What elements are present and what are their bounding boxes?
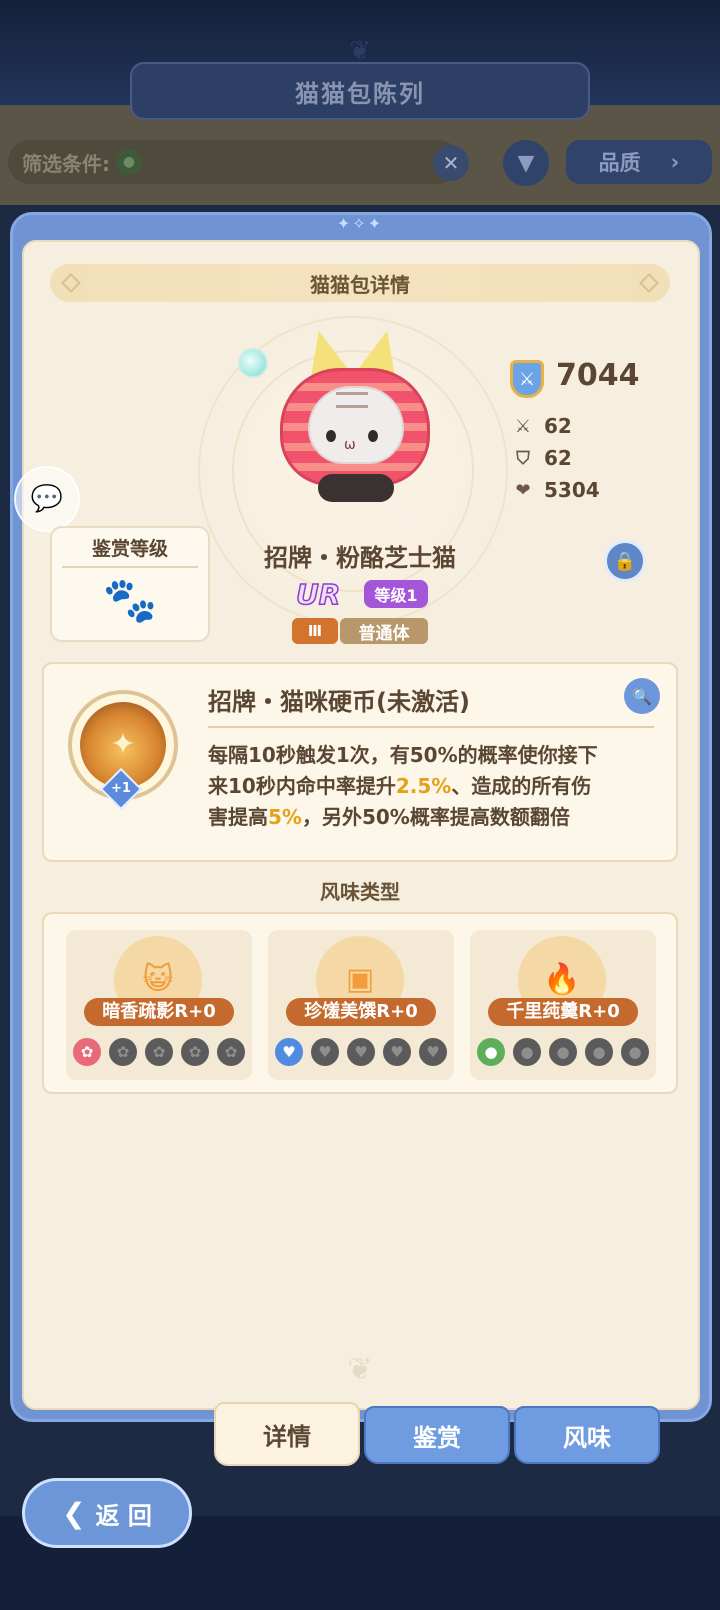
attack-stat: ⚔ 62 [512, 412, 632, 440]
chat-button[interactable]: 💬 [14, 466, 80, 532]
tab-flavor[interactable]: 风味 [514, 1406, 660, 1464]
gem-icon [238, 348, 268, 378]
yarn-icon: ● [583, 1036, 615, 1068]
cat-eye-right [368, 430, 378, 442]
divider [62, 566, 198, 568]
yarn-icon: ● [547, 1036, 579, 1068]
rarity-badge: UR [295, 577, 341, 612]
back-label: 返 回 [95, 1501, 152, 1530]
skill-description: 每隔10秒触发1次，有50%的概率使你接下 来10秒内命中率提升2.5%、造成的… [208, 740, 654, 840]
flower-icon: ✿ [215, 1036, 247, 1068]
skill-desc-line-2: 来10秒内命中率提升2.5%、造成的所有伤 [208, 771, 654, 802]
text: 害提高 [208, 805, 268, 829]
diamond-ornament [61, 273, 81, 293]
skill-zoom-button[interactable]: 🔍 [624, 678, 660, 714]
lock-button[interactable]: 🔒 [604, 540, 646, 582]
flavor-gems: ♥ ♥ ♥ ♥ ♥ [273, 1036, 449, 1068]
flower-icon: ✿ [71, 1036, 103, 1068]
flavor-slot[interactable]: 😺 暗香疏影R+0 ✿ ✿ ✿ ✿ ✿ [66, 930, 252, 1080]
highlight-value: 2.5% [395, 774, 452, 798]
skill-desc-line-1: 每隔10秒触发1次，有50%的概率使你接下 [208, 743, 598, 767]
level-badge: 等级1 [364, 580, 428, 608]
tab-detail[interactable]: 详情 [214, 1402, 360, 1466]
shield-icon: ⛉ [516, 447, 530, 469]
crossed-swords-icon: ⚔ [514, 415, 532, 437]
lock-icon: 🔒 [613, 550, 637, 572]
heart-icon: ♥ [273, 1036, 305, 1068]
diamond-ornament [639, 273, 659, 293]
filter-button[interactable]: ▼ [503, 140, 549, 186]
text: 来10秒内命中率提升 [208, 774, 396, 798]
yarn-icon: ● [511, 1036, 543, 1068]
quality-sort-label: 品质 [598, 151, 641, 175]
page-title: 猫猫包陈列 [130, 62, 590, 120]
flower-icon: ✿ [143, 1036, 175, 1068]
cat-mouth: ω [344, 437, 356, 453]
panel-header: 猫猫包详情 [50, 264, 670, 302]
tier-badge: Ⅲ [292, 618, 338, 644]
cat-stripes [336, 392, 368, 408]
power-value: 7044 [556, 358, 640, 393]
text: ，另外50%概率提高数额翻倍 [301, 805, 570, 829]
filter-label: 筛选条件: [22, 151, 110, 176]
cat-paws [318, 474, 394, 502]
heart-icon: ❤ [515, 479, 531, 501]
defense-value: 62 [544, 446, 572, 470]
flower-icon: ✿ [179, 1036, 211, 1068]
flavor-heading: 风味类型 [320, 880, 400, 904]
attack-value: 62 [544, 414, 572, 438]
skill-desc-line-3: 害提高5%，另外50%概率提高数额翻倍 [208, 802, 654, 833]
flower-icon: ✿ [107, 1036, 139, 1068]
yarn-icon: ● [475, 1036, 507, 1068]
body-type-badge: 普通体 [340, 618, 428, 644]
heart-icon: ♥ [381, 1036, 413, 1068]
flavor-card: 😺 暗香疏影R+0 ✿ ✿ ✿ ✿ ✿ ▣ 珍馐美馔R+0 ♥ ♥ ♥ ♥ ♥ … [42, 912, 678, 1094]
heart-icon: ♥ [417, 1036, 449, 1068]
appraisal-title: 鉴赏等级 [91, 538, 168, 560]
flavor-slot[interactable]: ▣ 珍馐美馔R+0 ♥ ♥ ♥ ♥ ♥ [268, 930, 454, 1080]
flavor-gems: ● ● ● ● ● [475, 1036, 651, 1068]
close-icon: ✕ [442, 151, 460, 175]
flavor-label: 珍馐美馔R+0 [286, 998, 436, 1026]
hp-stat: ❤ 5304 [512, 476, 632, 504]
magnifier-icon: 🔍 [632, 686, 652, 706]
heart-icon: ♥ [345, 1036, 377, 1068]
flavor-label: 千里莼羹R+0 [488, 998, 638, 1026]
yarn-icon: ● [116, 149, 142, 175]
cat-eye-left [326, 430, 336, 442]
chat-bubble-icon: 💬 [30, 484, 64, 514]
chevron-right-icon: › [670, 150, 680, 174]
sparkle-ornament: ✦✧✦ [336, 214, 384, 233]
back-button[interactable]: ❮ 返 回 [22, 1478, 192, 1548]
funnel-icon: ▼ [517, 150, 535, 176]
highlight-value: 5% [268, 805, 302, 829]
filter-bar[interactable]: 筛选条件: ● [8, 140, 460, 184]
clear-filter-button[interactable]: ✕ [433, 145, 469, 181]
flavor-slot[interactable]: 🔥 千里莼羹R+0 ● ● ● ● ● [470, 930, 656, 1080]
pet-name: 招牌・粉酪芝士猫 [264, 544, 456, 572]
defense-stat: ⛉ 62 [512, 444, 632, 472]
flavor-label: 暗香疏影R+0 [84, 998, 234, 1026]
tab-appraise[interactable]: 鉴赏 [364, 1406, 510, 1464]
paw-icon: 🐾 [102, 575, 158, 626]
back-arrow-icon: ❮ [62, 1496, 86, 1530]
flavor-gems: ✿ ✿ ✿ ✿ ✿ [71, 1036, 247, 1068]
sword-shield-icon: ⚔ [510, 360, 544, 398]
heart-icon: ♥ [309, 1036, 341, 1068]
crest-ornament: ❦ [347, 1352, 373, 1387]
divider [208, 726, 654, 728]
skill-title: 招牌・猫咪硬币(未激活) [208, 688, 470, 716]
panel-title: 猫猫包详情 [310, 272, 410, 297]
skill-level-text: +1 [111, 781, 131, 796]
yarn-icon: ● [619, 1036, 651, 1068]
text: 、造成的所有伤 [451, 774, 592, 798]
quality-sort-button[interactable]: 品质 › [566, 140, 712, 184]
hp-value: 5304 [544, 478, 600, 502]
